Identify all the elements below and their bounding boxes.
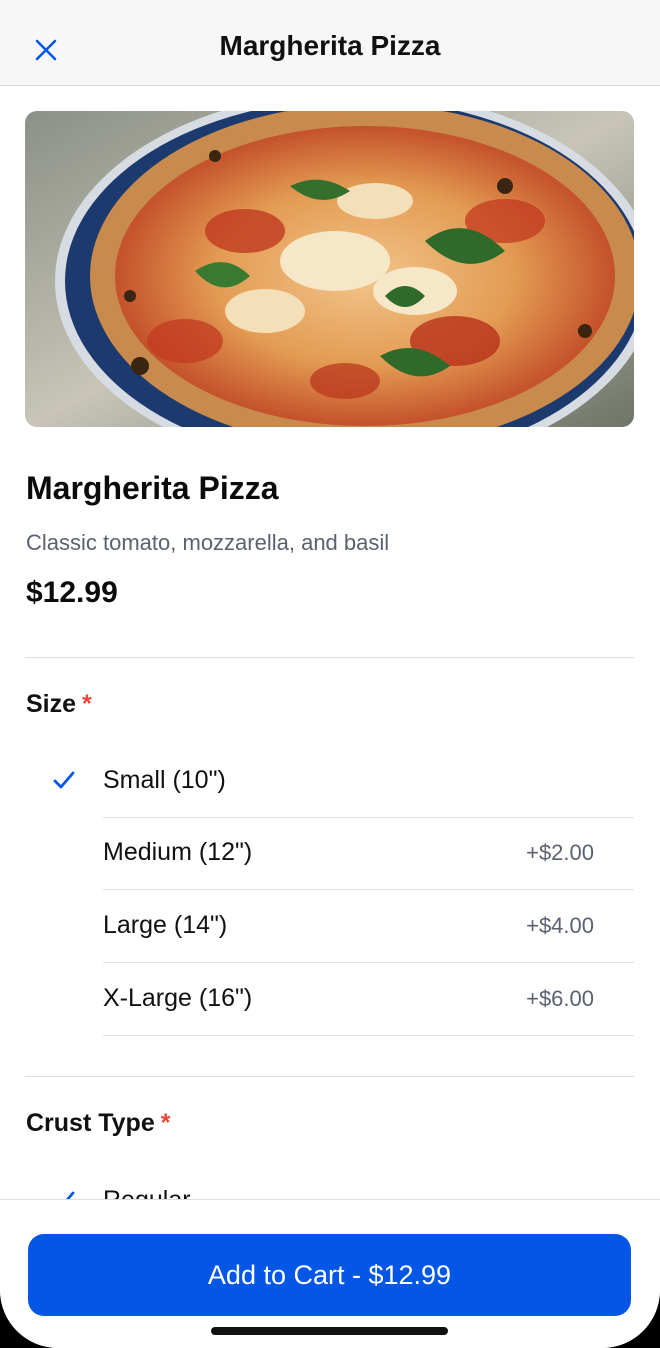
option-divider <box>103 962 634 963</box>
size-title-label: Size <box>26 690 77 718</box>
add-to-cart-button[interactable]: Add to Cart - $12.99 <box>28 1234 631 1316</box>
home-indicator <box>211 1327 448 1335</box>
size-option-small[interactable]: Small (10") <box>0 746 660 818</box>
option-price: +$4.00 <box>526 913 594 938</box>
size-option-xlarge[interactable]: X-Large (16") +$6.00 <box>0 964 660 1036</box>
size-option-large[interactable]: Large (14") +$4.00 <box>0 891 660 963</box>
divider <box>25 657 634 658</box>
page-title: Margherita Pizza <box>219 30 441 61</box>
crust-section-title: Crust Type * <box>26 1109 170 1138</box>
divider <box>25 1076 634 1077</box>
item-description: Classic tomato, mozzarella, and basil <box>26 530 390 555</box>
checkmark-icon <box>53 771 75 789</box>
bottom-bar: Add to Cart - $12.99 <box>0 1199 660 1348</box>
size-section-title: Size * <box>26 690 92 719</box>
option-price: +$2.00 <box>526 840 594 865</box>
option-price: +$6.00 <box>526 986 594 1011</box>
option-label: Large (14") <box>103 911 228 939</box>
option-divider <box>103 889 634 890</box>
required-asterisk: * <box>160 1109 171 1137</box>
option-label: Small (10") <box>103 766 226 794</box>
option-label: X-Large (16") <box>103 984 253 1012</box>
item-price: $12.99 <box>26 576 118 609</box>
item-name: Margherita Pizza <box>26 470 279 506</box>
option-divider <box>103 1035 634 1036</box>
header-bar: Margherita Pizza <box>0 0 660 86</box>
required-asterisk: * <box>82 690 92 718</box>
screen: Margherita Pizza Margherita Pizza Classi… <box>0 0 660 1348</box>
option-label: Medium (12") <box>103 838 253 866</box>
crust-title-label: Crust Type <box>26 1109 155 1137</box>
pizza-photo <box>25 111 634 427</box>
size-option-medium[interactable]: Medium (12") +$2.00 <box>0 818 660 890</box>
